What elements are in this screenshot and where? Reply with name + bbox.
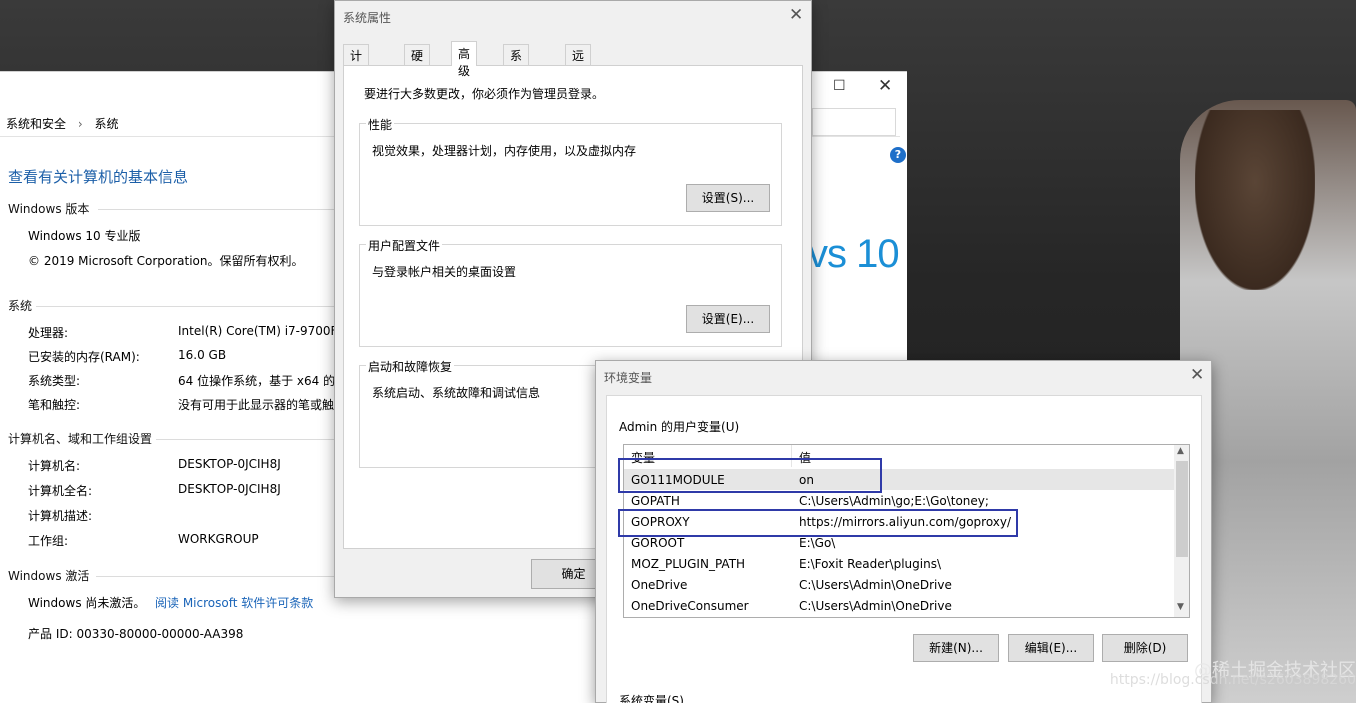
windows-logo-text: vs 10 [808,232,900,276]
edition-text: Windows 10 专业版 [28,229,141,243]
close-icon[interactable]: ✕ [878,76,892,96]
chevron-up-icon[interactable]: ▲ [1177,446,1184,456]
system-variables-label: 系统变量(S) [619,694,684,703]
dialog-title: 系统属性 [343,11,392,25]
wallpaper-photo-detail [1195,110,1315,290]
list-item[interactable]: OneDrive C:\Users\Admin\OneDrive [624,574,1174,595]
new-variable-button[interactable]: 新建(N)... [913,634,999,662]
ram-value: 16.0 GB [178,348,227,362]
system-type-value: 64 位操作系统，基于 x64 的 [178,374,336,388]
workgroup-label: 工作组: [28,534,69,548]
profiles-desc: 与登录帐户相关的桌面设置 [372,265,517,279]
full-name-value: DESKTOP-0JCIH8J [178,482,281,496]
pen-touch-label: 笔和触控: [28,398,81,412]
highlight-go111module [618,458,882,493]
maximize-icon[interactable]: ☐ [833,78,846,94]
variable-name: OneDriveConsumer [631,599,749,613]
section-windows-edition: Windows 版本 [8,202,90,216]
processor-label: 处理器: [28,326,69,340]
startup-desc: 系统启动、系统故障和调试信息 [372,386,541,400]
group-label: 用户配置文件 [366,237,443,254]
chevron-right-icon: › [77,117,83,131]
license-terms-link[interactable]: 阅读 Microsoft 软件许可条款 [155,594,313,611]
admin-note: 要进行大多数更改，你必须作为管理员登录。 [364,87,605,101]
workgroup-value: WORKGROUP [178,532,259,546]
watermark-url: https://blog.csdn.net/s2603898260 [1109,672,1356,688]
list-item[interactable]: GOPATH C:\Users\Admin\go;E:\Go\toney; [624,490,1174,511]
processor-value: Intel(R) Core(TM) i7-9700F [178,324,338,338]
help-icon[interactable]: ? [890,147,906,163]
variable-value: E:\Go\ [799,536,836,550]
list-item[interactable]: MOZ_PLUGIN_PATH E:\Foxit Reader\plugins\ [624,553,1174,574]
dialog-title: 环境变量 [604,371,653,385]
breadcrumb-item-security[interactable]: 系统和安全 [6,117,66,131]
page-title: 查看有关计算机的基本信息 [8,168,189,186]
activation-status: Windows 尚未激活。 [28,596,146,610]
env-panel: Admin 的用户变量(U) 变量 值 GO111MODULE on GOPAT… [606,395,1202,703]
variable-value: C:\Users\Admin\OneDrive [799,578,952,592]
full-name-label: 计算机全名: [28,484,93,498]
section-activation: Windows 激活 [8,569,90,583]
variable-value: E:\Foxit Reader\plugins\ [799,557,941,571]
scrollbar-thumb[interactable] [1176,461,1188,557]
ram-label: 已安装的内存(RAM): [28,350,140,364]
edit-variable-button[interactable]: 编辑(E)... [1008,634,1094,662]
breadcrumb-item-system[interactable]: 系统 [94,117,118,131]
variable-value: C:\Users\Admin\go;E:\Go\toney; [799,494,989,508]
chevron-down-icon[interactable]: ▼ [1177,602,1184,612]
copyright-text: © 2019 Microsoft Corporation。保留所有权利。 [28,254,304,268]
computer-name-value: DESKTOP-0JCIH8J [178,457,281,471]
group-label: 启动和故障恢复 [366,358,455,375]
search-input[interactable] [812,108,896,136]
group-user-profiles: 用户配置文件 与登录帐户相关的桌面设置 设置(E)... [359,237,782,347]
divider [36,306,336,307]
tab-system-protection[interactable]: 系统保护 [503,44,530,114]
tab-hardware[interactable]: 硬件 [404,44,431,80]
variable-name: GOPATH [631,494,680,508]
user-variables-label: Admin 的用户变量(U) [619,420,740,434]
pen-touch-value: 没有可用于此显示器的笔或触 [178,398,335,412]
profiles-settings-button[interactable]: 设置(E)... [686,305,770,333]
performance-settings-button[interactable]: 设置(S)... [686,184,770,212]
group-performance: 性能 视觉效果，处理器计划，内存使用，以及虚拟内存 设置(S)... [359,116,782,226]
divider [156,439,336,440]
highlight-goproxy [618,509,1018,537]
variable-value: C:\Users\Admin\OneDrive [799,599,952,613]
tab-computer-name[interactable]: 计算机名 [343,44,370,114]
tab-remote[interactable]: 远程 [565,44,592,80]
variable-name: GOROOT [631,536,685,550]
group-label: 性能 [366,116,395,133]
performance-desc: 视觉效果，处理器计划，内存使用，以及虚拟内存 [372,144,637,158]
close-icon[interactable]: ✕ [789,5,803,25]
product-id: 产品 ID: 00330-80000-00000-AA398 [28,627,244,641]
tab-advanced[interactable]: 高级 [451,41,478,78]
section-system: 系统 [8,299,33,313]
divider [96,576,336,577]
vertical-scrollbar[interactable]: ▲ ▼ [1174,445,1189,617]
section-computer-name: 计算机名、域和工作组设置 [8,432,153,446]
description-label: 计算机描述: [28,509,93,523]
list-item[interactable]: OneDriveConsumer C:\Users\Admin\OneDrive [624,595,1174,616]
divider [98,209,336,210]
variable-name: MOZ_PLUGIN_PATH [631,557,746,571]
variable-name: OneDrive [631,578,688,592]
close-icon[interactable]: ✕ [1190,365,1204,385]
delete-variable-button[interactable]: 删除(D) [1102,634,1188,662]
system-type-label: 系统类型: [28,374,81,388]
computer-name-label: 计算机名: [28,459,81,473]
